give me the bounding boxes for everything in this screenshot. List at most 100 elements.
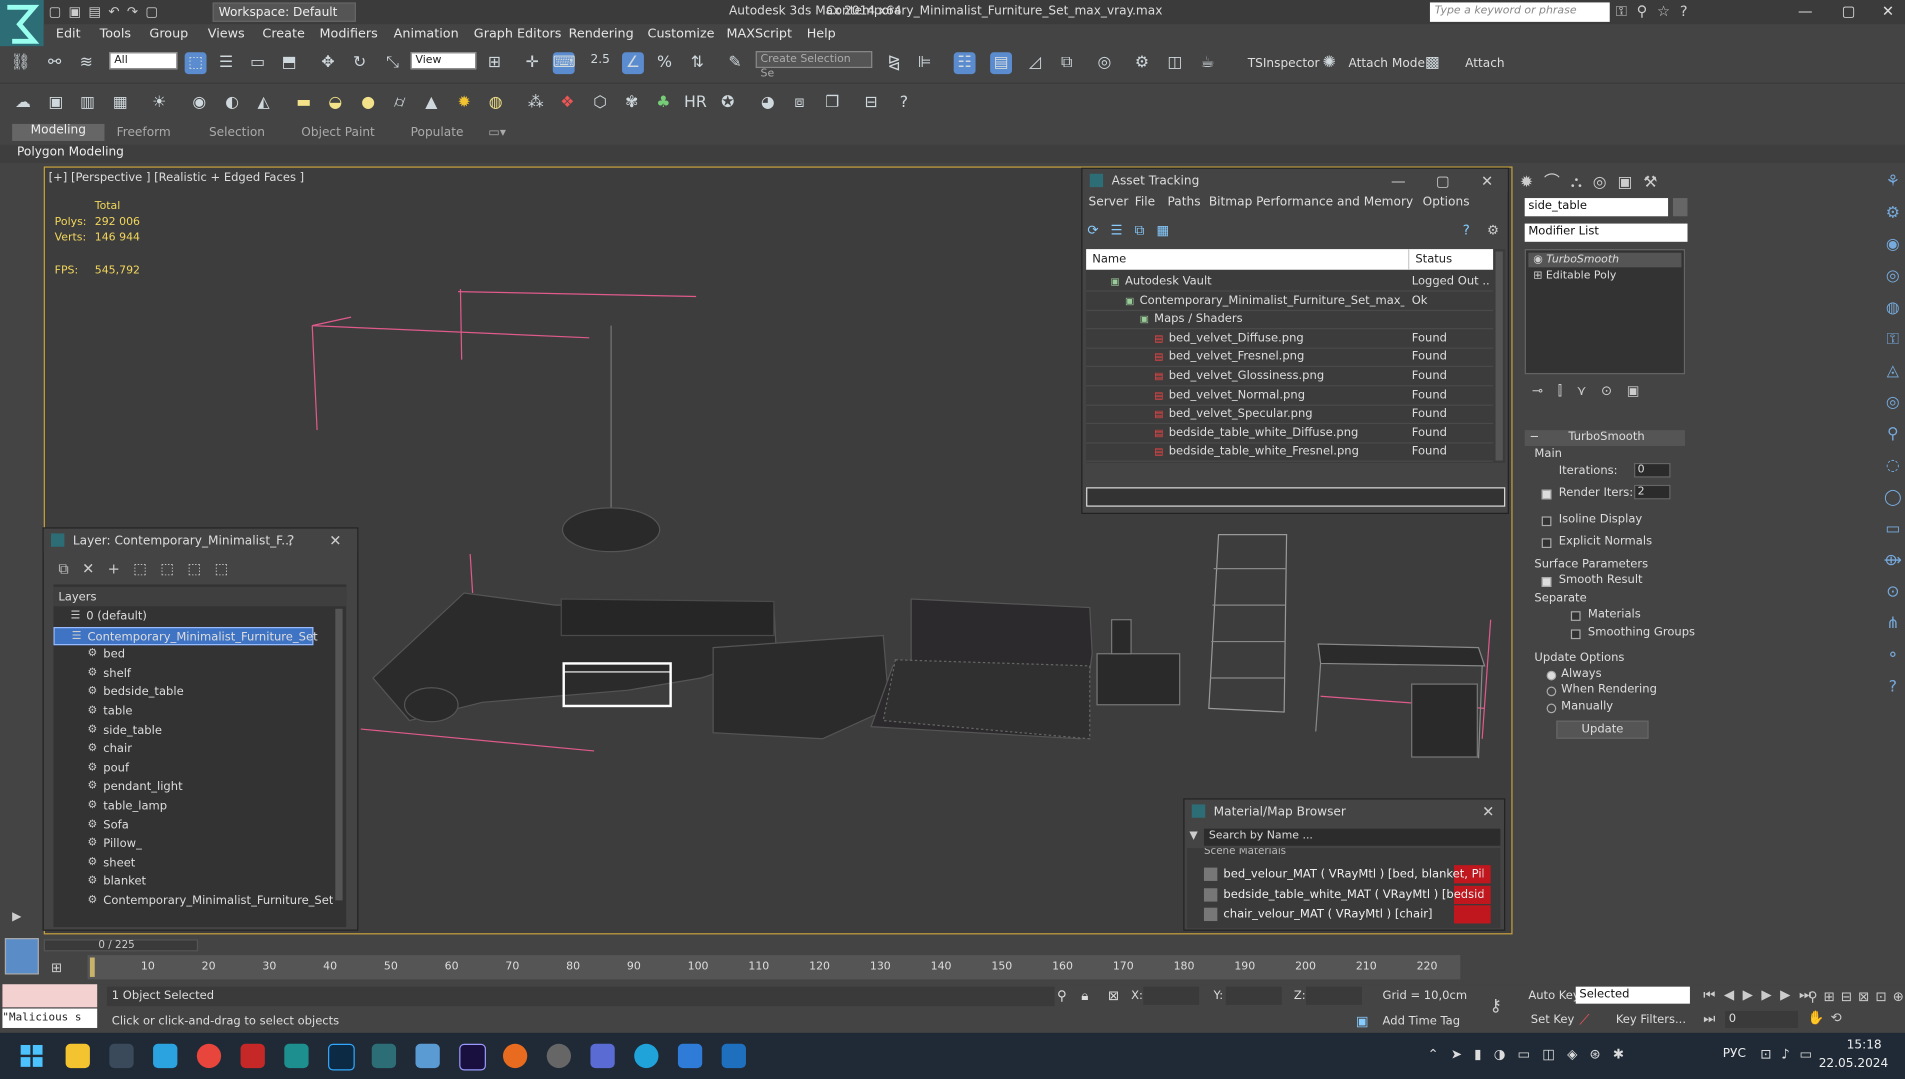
layer-panel-close-icon[interactable]: ✕ bbox=[329, 532, 341, 549]
track-bar-icon[interactable]: ⊞ bbox=[51, 960, 62, 976]
layer-toolbar[interactable]: ⧉✕+⬚⬚⬚⬚ bbox=[58, 560, 241, 578]
asset-col-status[interactable]: Status bbox=[1408, 249, 1458, 270]
select-manipulate-icon[interactable]: ✛ bbox=[521, 52, 543, 74]
isoline-checkbox[interactable] bbox=[1541, 516, 1552, 527]
smooth-result-checkbox[interactable] bbox=[1541, 577, 1552, 587]
x-coord-field[interactable] bbox=[1143, 986, 1200, 1005]
chrome-icon[interactable] bbox=[196, 1043, 222, 1069]
right-tool-strip[interactable]: ⚘ ⚙ ◉ ◎ ◍ ⚿ ◬ ◎ ⚲ ◌ ◯ ▭ ⟴ ⊙ ⋔ ⚬? bbox=[1880, 166, 1905, 799]
layer-row[interactable]: ⚙ chair bbox=[53, 740, 332, 758]
material-browser-close-icon[interactable]: ✕ bbox=[1482, 803, 1494, 820]
layer-row[interactable]: ⚙ pendant_light bbox=[53, 778, 332, 796]
graphite-toggle-icon[interactable]: ▤ bbox=[990, 52, 1013, 75]
asset-help-icon[interactable]: ? bbox=[1463, 222, 1470, 238]
edit-named-sel-icon[interactable]: ✎ bbox=[724, 52, 746, 74]
vray-material-sphere-icon[interactable]: ◕ bbox=[757, 92, 779, 114]
vray-lister-icon[interactable]: ⊟ bbox=[860, 92, 882, 114]
close-icon[interactable]: ✕ bbox=[1882, 2, 1894, 19]
tsinspector-button[interactable]: TSInspector bbox=[1248, 57, 1320, 70]
percent-snap-icon[interactable]: % bbox=[654, 52, 676, 74]
layer-row[interactable]: ⚙ table bbox=[53, 702, 332, 720]
asset-row[interactable]: ▤ bedside_table_white_Fresnel.png Found bbox=[1086, 443, 1494, 463]
layer-row[interactable]: ⚙ Pillow_ bbox=[53, 835, 332, 853]
rotate-icon[interactable]: ↻ bbox=[349, 52, 371, 74]
time-tag-icon[interactable]: ▣ bbox=[1356, 1013, 1369, 1029]
pivot-center-icon[interactable]: ⊞ bbox=[484, 52, 506, 74]
layer-row[interactable]: ⚙ table_lamp bbox=[53, 797, 332, 815]
y-coord-field[interactable] bbox=[1225, 986, 1282, 1005]
rollout-header[interactable]: − TurboSmooth bbox=[1524, 430, 1686, 446]
asset-tracking-close-icon[interactable]: ✕ bbox=[1481, 173, 1493, 190]
vray-proxy-icon[interactable]: ❖ bbox=[556, 92, 578, 114]
system-tray-icons[interactable]: ⌃➤▮◑▭◫◈⊛✱ bbox=[1428, 1046, 1637, 1062]
material-row[interactable]: bed_velour_MAT ( VRayMtl ) [bed, blanket… bbox=[1186, 865, 1491, 884]
absolute-mode-icon[interactable]: ⊠ bbox=[1108, 988, 1119, 1004]
photoshop-icon[interactable] bbox=[328, 1043, 355, 1071]
asset-row[interactable]: ▤ bed_velvet_Normal.png Found bbox=[1086, 386, 1494, 406]
select-by-name-icon[interactable]: ☰ bbox=[215, 52, 237, 74]
menu-animation[interactable]: Animation bbox=[394, 27, 459, 42]
viewport-nav-controls[interactable]: ⚲⊞⊟⊠⊡⊕✋⟲ bbox=[1808, 987, 1904, 1028]
iterations-spinner[interactable]: 0 bbox=[1634, 462, 1671, 478]
vray-scatter-icon[interactable]: ✾ bbox=[621, 92, 643, 114]
layer-scrollbar[interactable] bbox=[335, 608, 343, 901]
track-bar[interactable]: 10 20 30 40 50 60 70 80 90 100 110 120 130 140 150 160 1… bbox=[87, 955, 1461, 980]
vray-hdr-icon[interactable]: HR bbox=[684, 92, 707, 114]
g-app-icon[interactable] bbox=[502, 1043, 528, 1069]
attach-mode-icon[interactable]: ✺ bbox=[1318, 52, 1340, 74]
select-object-icon[interactable]: ⬚ bbox=[184, 52, 207, 75]
task-view-icon[interactable] bbox=[109, 1043, 134, 1069]
search-app-icon[interactable] bbox=[546, 1043, 572, 1069]
asset-path-field[interactable] bbox=[1086, 487, 1506, 507]
layer-row[interactable]: ⚙ shelf bbox=[53, 664, 332, 682]
manually-radio[interactable] bbox=[1546, 703, 1557, 714]
angle-snap-icon[interactable]: ∠ bbox=[622, 52, 644, 75]
mirror-icon[interactable]: ⧎ bbox=[883, 52, 905, 74]
ribbon-tab-object-paint[interactable]: Object Paint bbox=[301, 126, 375, 139]
curve-editor-icon[interactable]: ◿ bbox=[1024, 52, 1046, 74]
layer-row[interactable]: ⚙ Sofa bbox=[53, 816, 332, 834]
playback-controls[interactable]: ⏮◀▶▶▶⏭ bbox=[1703, 987, 1819, 1004]
align-icon[interactable]: ⊫ bbox=[914, 52, 936, 74]
keyword-search-input[interactable]: Type a keyword or phrase bbox=[1429, 2, 1610, 22]
asset-row[interactable]: ▣ Maps / Shaders bbox=[1086, 310, 1494, 330]
workspace-dropdown[interactable]: Workspace: Default bbox=[212, 2, 356, 22]
material-editor-icon[interactable]: ◎ bbox=[1093, 52, 1115, 74]
asset-row[interactable]: ▣ Contemporary_Minimalist_Furniture_Set_m… bbox=[1086, 291, 1494, 311]
asset-menu-bitmap-performance[interactable]: Bitmap Performance and Memory bbox=[1209, 196, 1413, 209]
z-coord-field[interactable] bbox=[1306, 986, 1362, 1005]
menu-help[interactable]: Help bbox=[807, 27, 836, 42]
material-browser-menu-icon[interactable]: ▼ bbox=[1189, 830, 1197, 842]
layer-row[interactable]: ⚙ pouf bbox=[53, 759, 332, 777]
key-icon[interactable]: ⚷ bbox=[1489, 996, 1501, 1015]
object-color-swatch[interactable] bbox=[1672, 198, 1688, 217]
vray-sphere-icon[interactable]: ◉ bbox=[188, 92, 210, 114]
expand-arrow-icon[interactable]: ▶ bbox=[12, 910, 21, 923]
vray-settings-icon[interactable]: ▦ bbox=[109, 92, 131, 114]
auto-key-button[interactable]: Auto Key bbox=[1528, 989, 1579, 1002]
menu-graph-editors[interactable]: Graph Editors bbox=[474, 27, 562, 42]
vray-cone-icon[interactable]: ▲ bbox=[420, 92, 442, 114]
asset-scrollbar[interactable] bbox=[1495, 251, 1503, 461]
attach-button[interactable]: Attach bbox=[1465, 57, 1504, 70]
layer-row[interactable]: ☰ 0 (default) bbox=[53, 608, 332, 626]
selection-filter-dropdown[interactable]: All bbox=[109, 52, 178, 70]
object-name-field[interactable]: side_table bbox=[1524, 198, 1669, 217]
asset-row[interactable]: ▤ bed_velvet_Glossiness.png Found bbox=[1086, 367, 1494, 387]
current-frame-field[interactable]: 0 bbox=[1725, 1010, 1799, 1028]
menu-edit[interactable]: Edit bbox=[56, 27, 81, 42]
spinner-snap-icon[interactable]: ⇅ bbox=[686, 52, 708, 74]
material-row[interactable]: chair_velour_MAT ( VRayMtl ) [chair] bbox=[1186, 905, 1491, 924]
menu-rendering[interactable]: Rendering bbox=[569, 27, 634, 42]
layer-row[interactable]: ⚙ bed bbox=[53, 645, 332, 663]
asset-menu-paths[interactable]: Paths bbox=[1168, 196, 1201, 209]
set-key-icon[interactable]: ⟋ bbox=[1579, 1011, 1589, 1029]
isolate-icon[interactable]: ⚲ bbox=[1057, 988, 1067, 1004]
maximize-icon[interactable]: ▢ bbox=[1842, 2, 1856, 19]
vray-ies-icon[interactable]: ◐ bbox=[221, 92, 243, 114]
menu-group[interactable]: Group bbox=[149, 27, 188, 42]
materials-checkbox[interactable] bbox=[1570, 611, 1581, 621]
asset-row[interactable]: ▣ Autodesk Vault Logged Out ... bbox=[1086, 272, 1494, 292]
clock-date[interactable]: 22.05.2024 bbox=[1819, 1057, 1889, 1070]
link-icon[interactable]: ⛓ bbox=[10, 52, 32, 74]
